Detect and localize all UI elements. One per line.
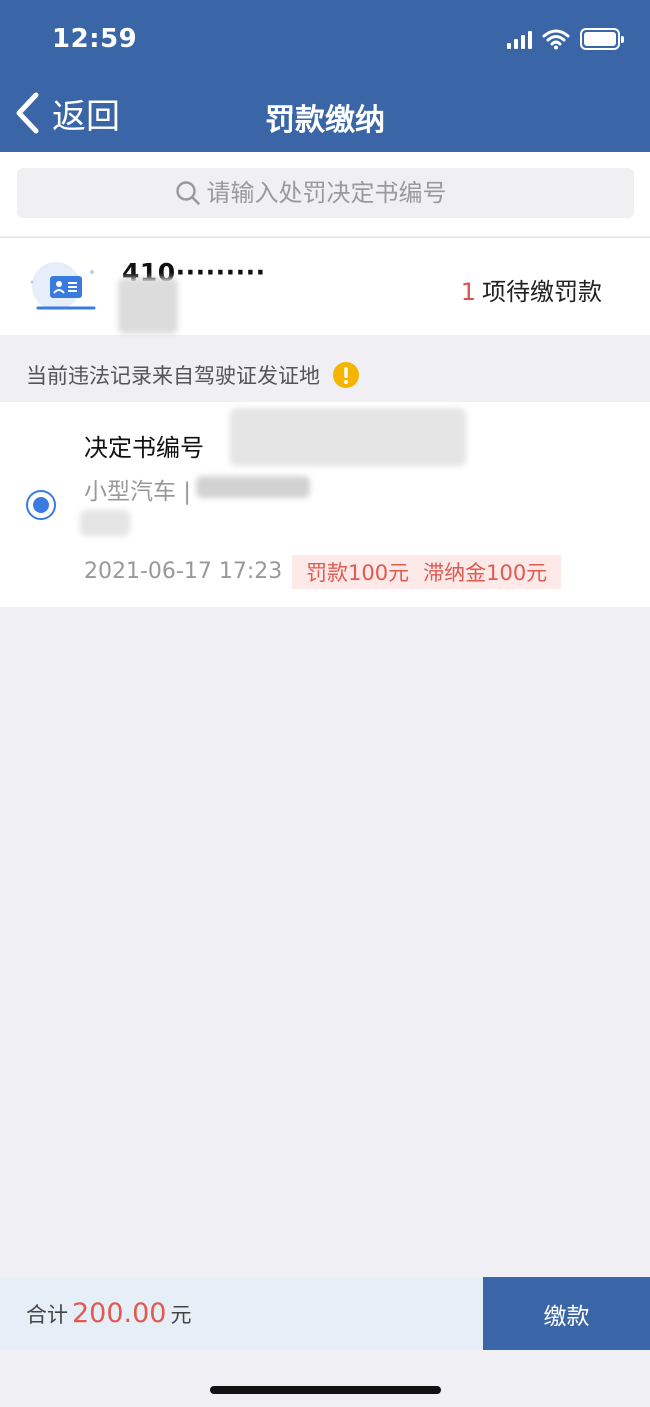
- wifi-icon: [542, 29, 570, 50]
- license-row[interactable]: 410········· 1 项待缴罚款: [0, 237, 650, 335]
- pending-count: 1: [460, 278, 476, 306]
- status-time: 12:59: [52, 24, 138, 54]
- fee-tag: 罚款100元 滞纳金100元: [292, 555, 562, 589]
- battery-icon: [580, 28, 624, 50]
- pending-fines: 1 项待缴罚款: [461, 272, 602, 307]
- record-radio[interactable]: [26, 490, 56, 520]
- redaction-blur: [80, 510, 130, 536]
- signal-icon: [507, 29, 532, 49]
- search-area: [0, 152, 650, 236]
- notice-bar: 当前违法记录来自驾驶证发证地: [0, 350, 650, 400]
- total-area: 合计 200.00 元: [0, 1277, 483, 1350]
- search-box[interactable]: [17, 168, 634, 218]
- late-fee-amount: 滞纳金100元: [423, 561, 548, 585]
- search-input[interactable]: [206, 179, 477, 207]
- warning-icon[interactable]: [332, 361, 360, 389]
- home-indicator: [210, 1386, 441, 1394]
- total-amount: 200.00: [72, 1298, 167, 1329]
- vehicle-type: 小型汽车 |: [84, 479, 192, 505]
- notice-text: 当前违法记录来自驾驶证发证地: [26, 364, 320, 388]
- redaction-blur: [230, 408, 466, 466]
- decision-number-label: 决定书编号: [84, 434, 204, 462]
- redaction-blur: [118, 278, 178, 334]
- header-bar: 12:59 返回 罚款缴纳: [0, 0, 650, 152]
- pending-label: 项待缴罚款: [482, 278, 602, 306]
- violation-record[interactable]: 决定书编号 小型汽车 | 2021-06-17 17:23 罚款100元 滞纳金…: [0, 402, 650, 607]
- page-title: 罚款缴纳: [265, 103, 385, 138]
- total-currency: 元: [170, 1302, 192, 1327]
- footer-bar: 合计 200.00 元 缴款: [0, 1277, 650, 1350]
- redaction-blur: [196, 476, 310, 498]
- fine-amount: 罚款100元: [306, 561, 410, 585]
- pay-button[interactable]: 缴款: [483, 1277, 650, 1350]
- search-icon: [175, 181, 200, 205]
- status-icons: [507, 28, 624, 50]
- total-label: 合计: [26, 1302, 68, 1327]
- record-date: 2021-06-17 17:23: [84, 559, 283, 584]
- id-card-icon: [30, 262, 96, 310]
